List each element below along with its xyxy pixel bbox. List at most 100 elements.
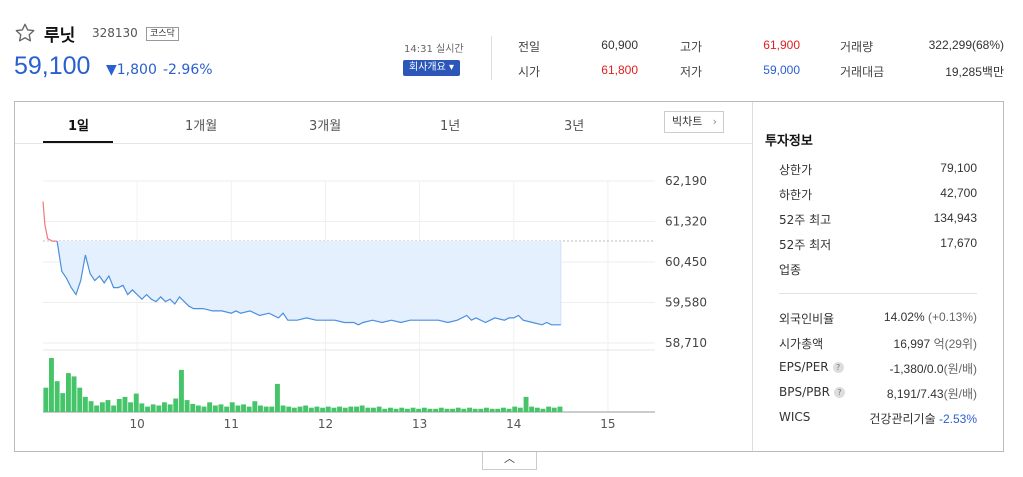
volume-bar bbox=[105, 400, 111, 412]
info-label: 외국인비율 bbox=[779, 312, 835, 326]
volume-bar bbox=[207, 402, 213, 412]
volume-bar bbox=[314, 406, 320, 412]
bigchart-label: 빅차트 bbox=[672, 115, 703, 128]
volume-bar bbox=[263, 406, 269, 412]
summary-value-volume: 322,299(68%) bbox=[928, 38, 1004, 52]
volume-bar bbox=[421, 407, 427, 412]
price-chart: 62,190 61,320 60,450 59,580 58,710 10 11 12 13 14… bbox=[42, 174, 707, 431]
volume-bar bbox=[404, 408, 410, 412]
volume-bar bbox=[60, 393, 66, 412]
volume-bar bbox=[337, 406, 342, 412]
volume-bar bbox=[156, 405, 162, 412]
info-value: 16,997 억(29위) bbox=[894, 335, 977, 352]
summary-value-high: 61,900 bbox=[763, 38, 800, 52]
info-row-wics: WICS 건강관리기술 -2.53% bbox=[779, 410, 977, 428]
info-row-market-cap: 시가총액 16,997 억(29위) bbox=[779, 335, 977, 353]
price-change-pct: -2.96% bbox=[163, 62, 213, 78]
info-value: -1,380/0.0(원/배) bbox=[890, 360, 977, 377]
volume-bar bbox=[455, 407, 461, 412]
info-row-lower-limit: 하한가 42,700 bbox=[779, 186, 977, 204]
info-value-main: 16,997 bbox=[893, 337, 931, 351]
volume-bar bbox=[224, 406, 230, 412]
volume-bar bbox=[190, 403, 196, 412]
volume-bar bbox=[427, 408, 433, 412]
tab-1year[interactable]: 1년 bbox=[440, 115, 460, 134]
volume-bar bbox=[388, 407, 393, 412]
volume-bar bbox=[116, 399, 122, 412]
tab-3year[interactable]: 3년 bbox=[564, 115, 584, 134]
volume-bar bbox=[88, 401, 94, 412]
info-value: 건강관리기술 -2.53% bbox=[869, 410, 977, 427]
volume-bar bbox=[66, 373, 71, 412]
info-value: 42,700 bbox=[940, 186, 977, 200]
info-value: 79,100 bbox=[940, 161, 977, 175]
volume-bar bbox=[523, 396, 529, 412]
info-row-upper-limit: 상한가 79,100 bbox=[779, 161, 977, 179]
tab-1month[interactable]: 1개월 bbox=[185, 115, 217, 134]
summary-label-low: 저가 bbox=[680, 65, 703, 79]
volume-bar bbox=[529, 406, 535, 412]
volume-bar bbox=[308, 407, 314, 412]
volume-bar bbox=[399, 407, 405, 412]
help-icon[interactable]: ? bbox=[832, 362, 844, 373]
volume-bar bbox=[359, 405, 365, 412]
volume-bar bbox=[506, 408, 512, 412]
summary-label-trade-amount: 거래대금 bbox=[840, 65, 885, 79]
x-tick-label: 13 bbox=[412, 417, 427, 431]
volume-bar bbox=[354, 406, 359, 412]
x-tick-label: 12 bbox=[318, 417, 333, 431]
volume-bar bbox=[540, 408, 546, 412]
volume-bar bbox=[162, 402, 167, 412]
info-label: 52주 최저 bbox=[779, 238, 832, 252]
volume-bar bbox=[461, 408, 467, 412]
volume-bar bbox=[212, 405, 218, 412]
info-row-eps-per: EPS/PER? -1,380/0.0(원/배) bbox=[779, 360, 977, 378]
info-label-text: BPS/PBR bbox=[779, 385, 830, 399]
y-tick-label: 59,580 bbox=[665, 296, 707, 310]
star-icon[interactable] bbox=[14, 22, 36, 44]
collapse-button[interactable]: ︿ bbox=[482, 452, 537, 470]
volume-bar bbox=[269, 406, 275, 412]
invest-info-title: 투자정보 bbox=[765, 134, 813, 149]
x-tick-label: 15 bbox=[600, 417, 615, 431]
company-overview-button[interactable]: 회사개요 ▾ bbox=[403, 60, 460, 76]
volume-bar bbox=[517, 407, 523, 412]
info-row-52w-high: 52주 최고 134,943 bbox=[779, 211, 977, 229]
volume-bar bbox=[111, 405, 117, 412]
x-tick-label: 14 bbox=[506, 417, 521, 431]
bigchart-button[interactable]: 빅차트 › bbox=[664, 111, 724, 133]
volume-bar bbox=[376, 406, 382, 412]
volume-bar bbox=[342, 407, 348, 412]
volume-bar bbox=[195, 405, 201, 412]
help-icon[interactable]: ? bbox=[833, 387, 845, 398]
current-price: 59,100 bbox=[14, 52, 91, 80]
volume-bar bbox=[365, 407, 371, 412]
volume-bar bbox=[94, 405, 100, 412]
x-tick-label: 10 bbox=[130, 417, 145, 431]
info-row-sector: 업종 bbox=[779, 261, 977, 279]
tab-3month[interactable]: 3개월 bbox=[309, 115, 341, 134]
tab-1day[interactable]: 1일 bbox=[68, 115, 89, 134]
volume-bar bbox=[467, 407, 472, 412]
chevron-right-icon: › bbox=[712, 115, 717, 128]
volume-bar bbox=[99, 402, 105, 412]
info-row-foreign-ratio: 외국인비율 14.02% (+0.13%) bbox=[779, 310, 977, 328]
price-fill-area bbox=[43, 241, 561, 325]
volume-bar bbox=[173, 398, 179, 412]
wics-link[interactable]: 건강관리기술 bbox=[869, 412, 935, 426]
info-value-sub: (원/배) bbox=[943, 362, 977, 376]
summary-value-prev-close: 60,900 bbox=[601, 38, 638, 52]
volume-bar bbox=[512, 406, 518, 412]
volume-bar bbox=[71, 376, 77, 412]
period-tabs: 1일 1개월 3개월 1년 3년 빅차트 › bbox=[15, 102, 752, 144]
volume-bar bbox=[450, 408, 455, 412]
volume-bar bbox=[438, 407, 444, 412]
info-label: BPS/PBR? bbox=[779, 385, 845, 399]
summary-label-high: 고가 bbox=[680, 40, 703, 54]
info-value: 8,191/7.43(원/배) bbox=[887, 385, 977, 402]
volume-bar bbox=[291, 407, 297, 412]
volume-bar bbox=[546, 406, 552, 412]
volume-bar bbox=[258, 405, 263, 412]
info-label: 업종 bbox=[779, 263, 802, 277]
volume-bar bbox=[382, 408, 388, 412]
